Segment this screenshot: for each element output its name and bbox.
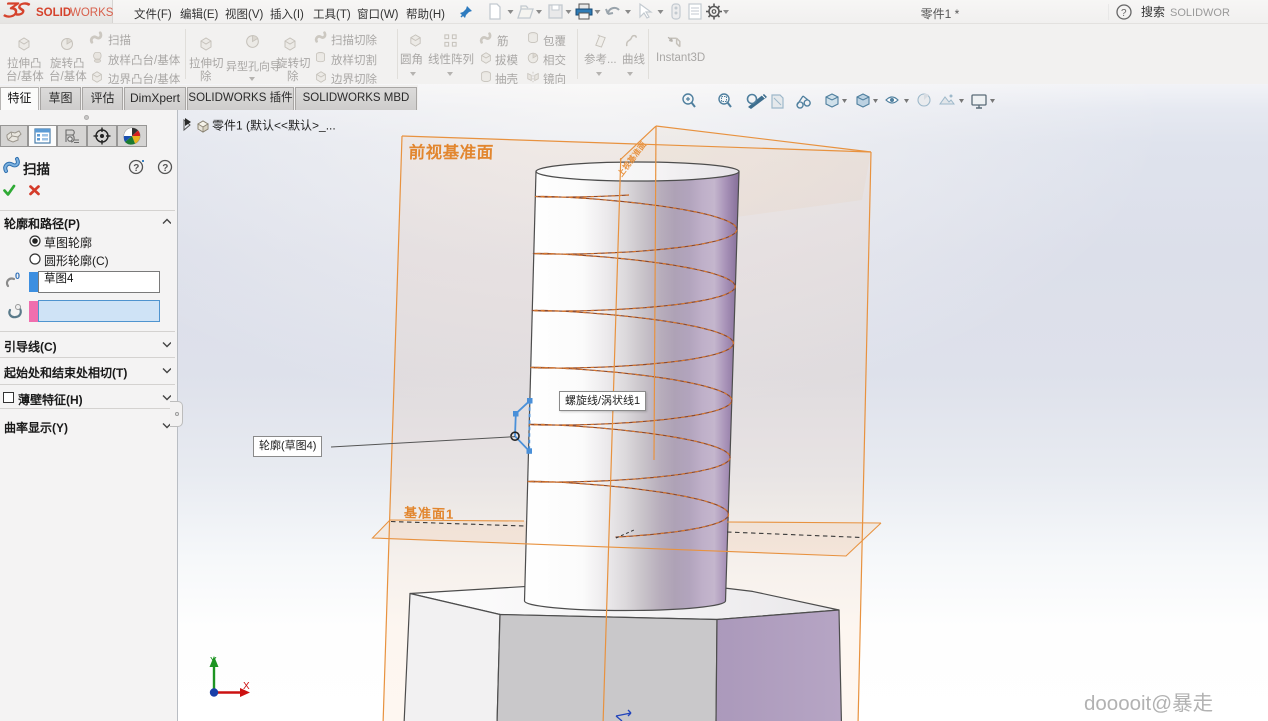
svg-text:?: ? (162, 163, 168, 174)
svg-text:Y: Y (210, 656, 217, 667)
svg-text:零件1 (默认<<默认>_...: 零件1 (默认<<默认>_... (212, 118, 336, 133)
svg-text:X: X (243, 681, 250, 692)
svg-text:0: 0 (15, 271, 20, 281)
svg-text:WORKS: WORKS (70, 7, 113, 19)
svg-text:基准面1: 基准面1 (403, 505, 454, 522)
svg-text:搜索: 搜索 (1141, 4, 1165, 19)
svg-text:?: ? (1121, 8, 1127, 19)
svg-text:SOLID: SOLID (36, 7, 71, 19)
svg-text:?: ? (133, 163, 139, 174)
svg-text:前视基准面: 前视基准面 (408, 142, 494, 162)
svg-text:SOLIDWOR: SOLIDWOR (1170, 7, 1230, 19)
